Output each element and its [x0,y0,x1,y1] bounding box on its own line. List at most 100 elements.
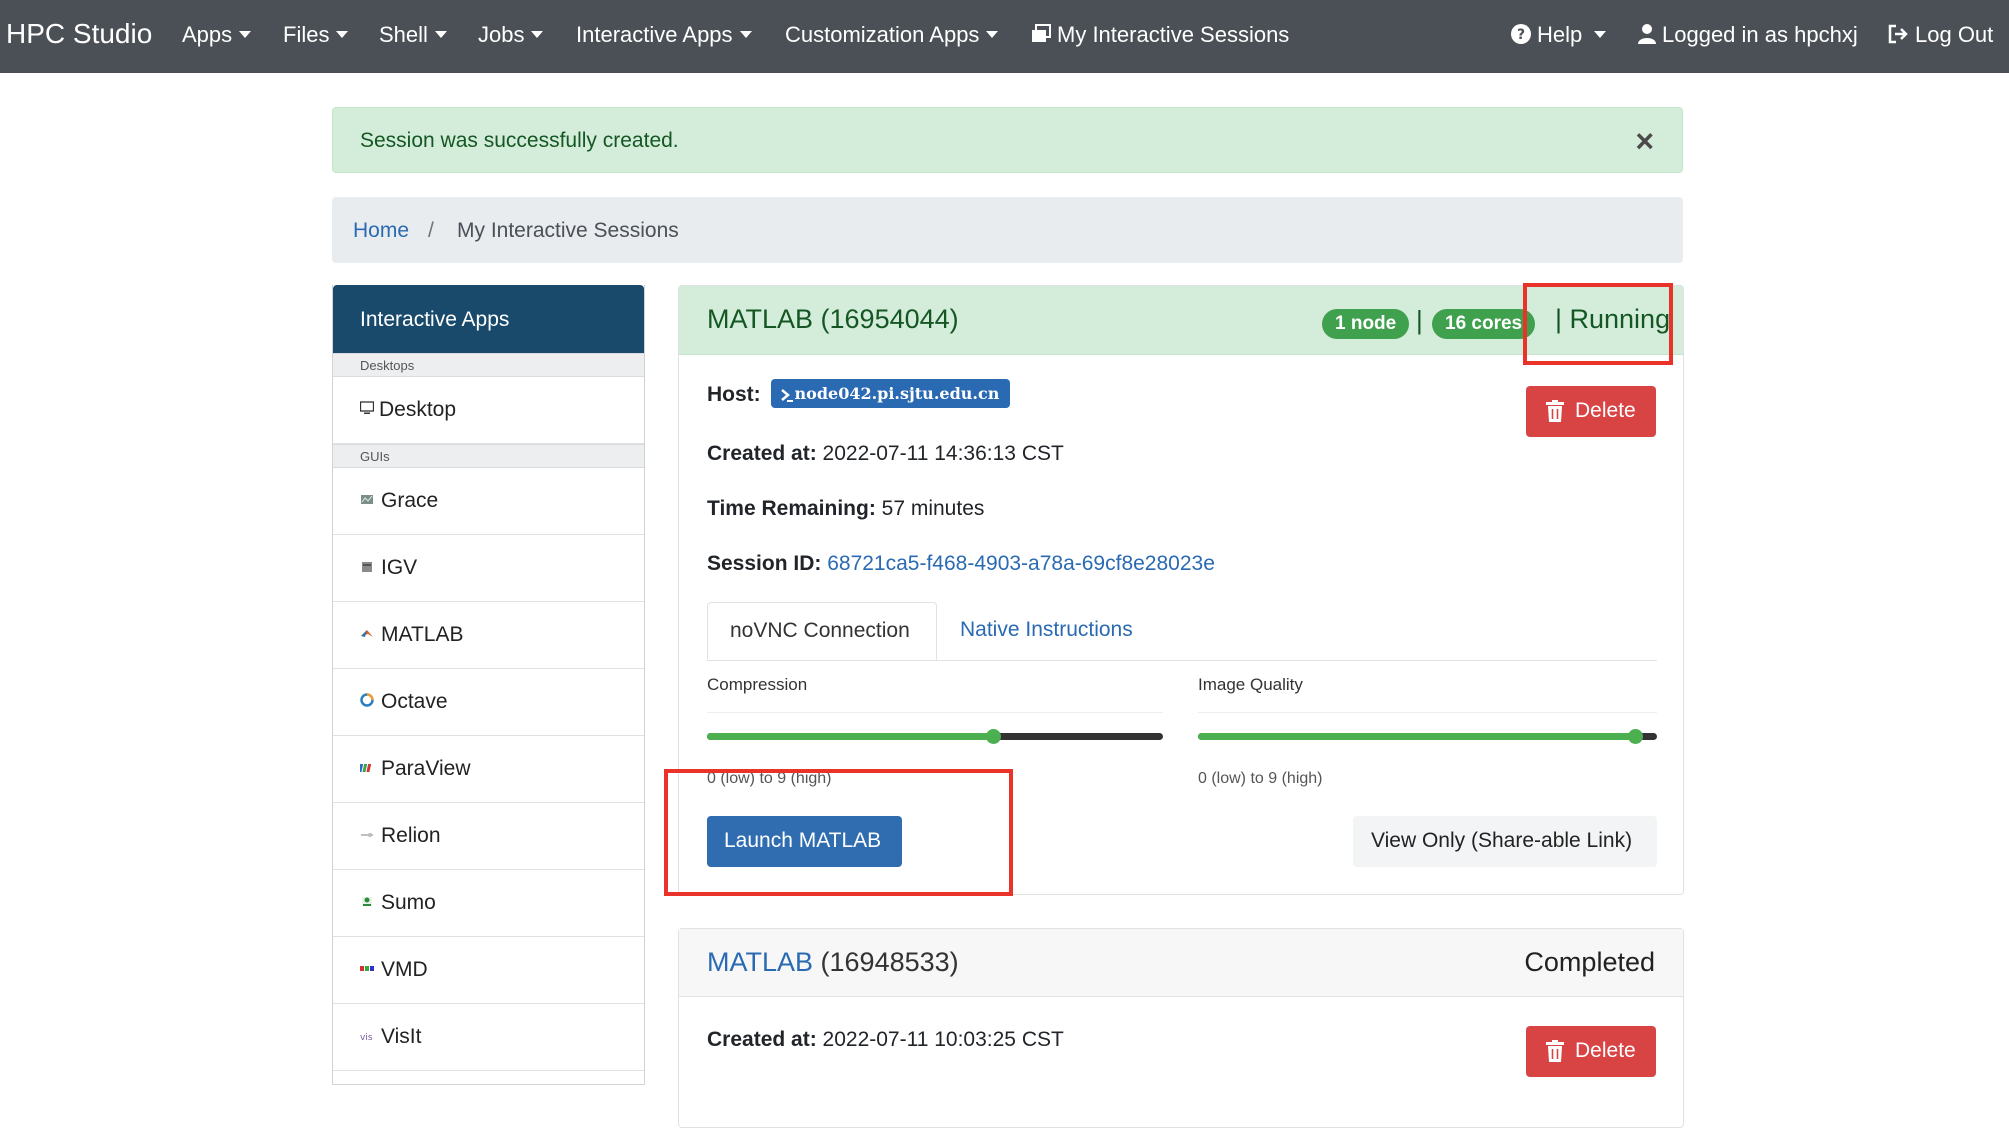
created-label: Created at: [707,1028,817,1051]
nav-label: Files [283,22,330,47]
sidebar-item-octave[interactable]: Octave [333,669,644,736]
monitor-icon [360,401,374,414]
interactive-apps-sidebar: Interactive Apps Desktops Desktop GUIs G… [332,285,645,1085]
time-remaining-row: Time Remaining: 57 minutes [707,497,984,521]
highlight-box-launch [664,769,1013,896]
octave-icon [360,693,374,707]
sidebar-item-vmd[interactable]: VMD [333,937,644,1004]
compression-label: Compression [707,675,808,694]
sidebar-item-label: Grace [381,489,439,512]
sign-out-icon [1888,24,1908,44]
view-only-label: View Only (Share-able Link) [1371,829,1633,852]
host-link[interactable]: node042.pi.sjtu.edu.cn [770,379,1011,408]
delete-button[interactable]: Delete [1526,386,1656,437]
delete-label: Delete [1575,1039,1636,1062]
sidebar-item-label: Relion [381,824,441,847]
grace-icon [361,495,373,504]
session-title: MATLAB (16948533) [707,947,959,978]
session-title: MATLAB (16954044) [707,304,959,334]
image-quality-slider[interactable] [1198,729,1657,744]
compression-slider[interactable] [707,729,1163,744]
session-id-row: Session ID: 68721ca5-f468-4903-a78a-69cf… [707,552,1215,576]
breadcrumb: Home / My Interactive Sessions [332,197,1683,263]
nav-customization-apps-menu[interactable]: Customization Apps [785,22,999,48]
top-navbar: HPC Studio Apps Files Shell Jobs Interac… [0,0,2009,73]
breadcrumb-current: My Interactive Sessions [457,219,679,242]
delete-button[interactable]: Delete [1526,1026,1656,1077]
tab-native-instructions[interactable]: Native Instructions [960,618,1133,642]
breadcrumb-home-link[interactable]: Home [353,219,409,243]
nav-label: Shell [379,22,428,47]
sidebar-item-desktop[interactable]: Desktop [333,377,644,444]
sidebar-item-relion[interactable]: Relion [333,803,644,870]
image-quality-hint: 0 (low) to 9 (high) [1198,770,1323,787]
visit-icon: vis [360,1033,373,1042]
category-label: GUIs [360,449,390,464]
separator: | [1416,305,1423,335]
session-id-label: Session ID: [707,552,822,575]
view-only-button[interactable]: View Only (Share-able Link) [1353,816,1657,867]
sidebar-category-guis: GUIs [333,444,644,468]
session-status: Completed [1524,947,1655,977]
image-quality-slider-handle[interactable] [1628,729,1643,744]
sidebar-item-igv[interactable]: IGV [333,535,644,602]
caret-down-icon [336,31,349,39]
divider [707,712,1163,713]
sidebar-item-label: Octave [381,690,448,713]
session-app-link[interactable]: MATLAB [707,947,813,977]
image-quality-label: Image Quality [1198,675,1303,694]
nav-label: Jobs [478,22,525,47]
svg-text:?: ? [1517,27,1525,43]
close-icon[interactable]: × [1635,123,1654,160]
session-card-header: MATLAB (16948533) Completed [679,929,1683,997]
nav-label: Customization Apps [785,22,980,47]
nav-files-menu[interactable]: Files [283,22,349,48]
terminal-icon [780,388,793,402]
sidebar-item-visit[interactable]: vis VisIt [333,1004,644,1071]
nav-help-menu[interactable]: ? Help [1511,22,1607,48]
compression-slider-handle[interactable] [986,729,1001,744]
sidebar-item-label: ParaView [381,757,471,780]
sidebar-item-label: VMD [381,958,428,981]
sidebar-item-label: Sumo [381,891,436,914]
created-row: Created at: 2022-07-11 10:03:25 CST [707,1028,1064,1052]
caret-down-icon [1594,31,1607,39]
category-label: Desktops [360,358,415,373]
host-value: node042.pi.sjtu.edu.cn [794,384,1000,403]
nav-logout[interactable]: Log Out [1888,22,1993,48]
nav-label: Help [1537,22,1583,47]
success-alert: Session was successfully created. × [332,107,1683,173]
brand-logo[interactable]: HPC Studio [6,18,152,50]
svg-text:vis: vis [360,1033,373,1042]
nav-label: Interactive Apps [576,22,733,47]
tab-novnc-connection[interactable]: noVNC Connection [707,602,937,660]
compression-slider-fill [707,733,993,740]
nav-shell-menu[interactable]: Shell [379,22,447,48]
sidebar-item-grace[interactable]: Grace [333,468,644,535]
vmd-icon [360,966,374,971]
matlab-icon [361,630,373,637]
sidebar-category-desktops: Desktops [333,353,644,377]
nav-my-sessions[interactable]: My Interactive Sessions [1031,22,1289,48]
nav-interactive-apps-menu[interactable]: Interactive Apps [576,22,752,48]
session-job-id: (16948533) [813,947,959,977]
nav-apps-menu[interactable]: Apps [182,22,252,48]
sidebar-item-sumo[interactable]: Sumo [333,870,644,937]
host-row: Host: node042.pi.sjtu.edu.cn [707,379,1011,408]
sidebar-item-label: MATLAB [381,623,464,646]
caret-down-icon [986,31,999,39]
nav-label: Log Out [1915,22,1994,47]
host-label: Host: [707,383,761,407]
session-id-link[interactable]: 68721ca5-f468-4903-a78a-69cf8e28023e [827,552,1215,575]
sidebar-item-label: VisIt [381,1025,422,1048]
nav-jobs-menu[interactable]: Jobs [478,22,544,48]
trash-icon [1546,400,1564,422]
highlight-box-status [1523,283,1673,365]
sidebar-title: Interactive Apps [360,308,510,331]
sidebar-item-matlab[interactable]: MATLAB [333,602,644,669]
created-value: 2022-07-11 10:03:25 CST [822,1028,1064,1051]
session-card-completed: MATLAB (16948533) Completed Created at: … [678,928,1684,1128]
trash-icon [1546,1040,1564,1062]
created-label: Created at: [707,442,817,465]
sidebar-item-paraview[interactable]: ParaView [333,736,644,803]
